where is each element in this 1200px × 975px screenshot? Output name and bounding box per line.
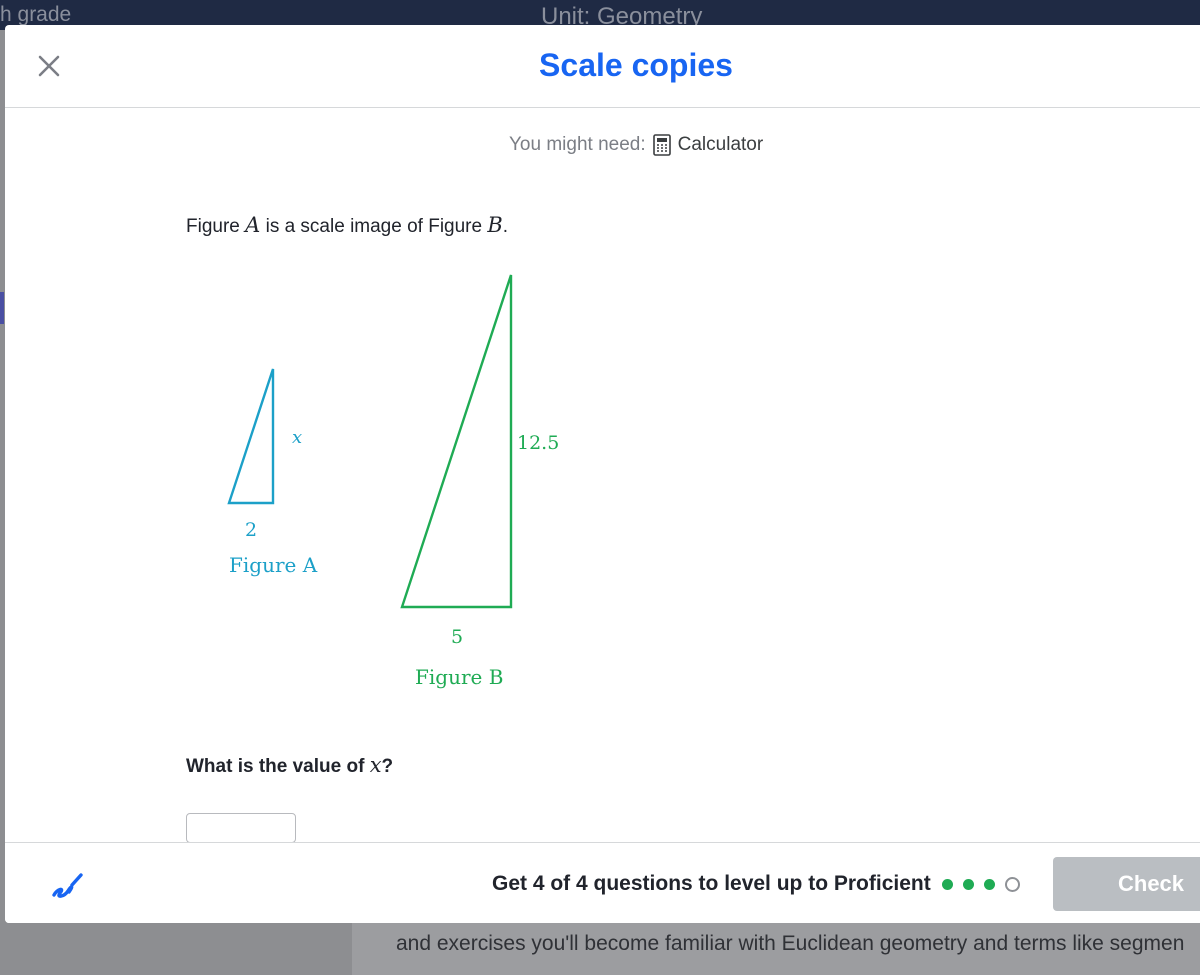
progress-dot-complete	[942, 879, 953, 890]
calculator-link[interactable]: Calculator	[652, 134, 764, 156]
tools-needed: You might need: Calculator	[509, 134, 763, 156]
prompt-text-2: is a scale image of Figure	[260, 216, 488, 237]
question-variable: x	[369, 753, 382, 777]
background-grade-label: h grade	[0, 3, 72, 26]
calculator-label: Calculator	[677, 134, 764, 155]
figure-a-base-label: 2	[245, 519, 257, 541]
background-description: and exercises you'll become familiar wit…	[396, 932, 1185, 955]
question-text-1: What is the value of	[186, 756, 370, 777]
modal-footer: Get 4 of 4 questions to level up to Prof…	[5, 842, 1200, 923]
figure-a-caption: Figure A	[229, 553, 318, 577]
scratchpad-button[interactable]	[47, 865, 87, 905]
modal-header: Scale copies	[5, 25, 1200, 108]
figure-diagram: x 2 Figure A 12.5 5 Figure B	[227, 274, 559, 689]
prompt-figure-b: B	[487, 213, 503, 237]
scratchpad-icon	[52, 873, 83, 898]
figure-b-side-label: 12.5	[517, 432, 559, 454]
progress-dot-pending	[1005, 877, 1020, 892]
prompt-figure-a: A	[245, 213, 261, 237]
figure-a-triangle	[227, 368, 275, 505]
figure-b-triangle	[400, 274, 513, 609]
answer-input[interactable]	[186, 813, 296, 843]
question-text: What is the value of x?	[186, 753, 393, 778]
prompt-text-3: .	[502, 216, 509, 237]
might-need-label: You might need:	[509, 134, 646, 155]
check-button[interactable]: Check	[1053, 857, 1200, 911]
figure-b-base-label: 5	[451, 626, 463, 648]
progress-dots	[942, 877, 1020, 892]
problem-statement: Figure A is a scale image of Figure B.	[186, 213, 508, 238]
background-sidebar-accent	[0, 292, 4, 324]
question-text-2: ?	[381, 756, 394, 777]
calculator-icon	[652, 134, 671, 156]
figure-b-caption: Figure B	[415, 665, 503, 689]
exercise-modal: Scale copies You might need: Calculator …	[5, 25, 1200, 923]
figure-a-side-label: x	[292, 427, 302, 448]
prompt-text-1: Figure	[186, 216, 246, 237]
progress-dot-complete	[984, 879, 995, 890]
modal-title: Scale copies	[539, 47, 733, 83]
progress-dot-complete	[963, 879, 974, 890]
progress-message: Get 4 of 4 questions to level up to Prof…	[492, 872, 931, 895]
